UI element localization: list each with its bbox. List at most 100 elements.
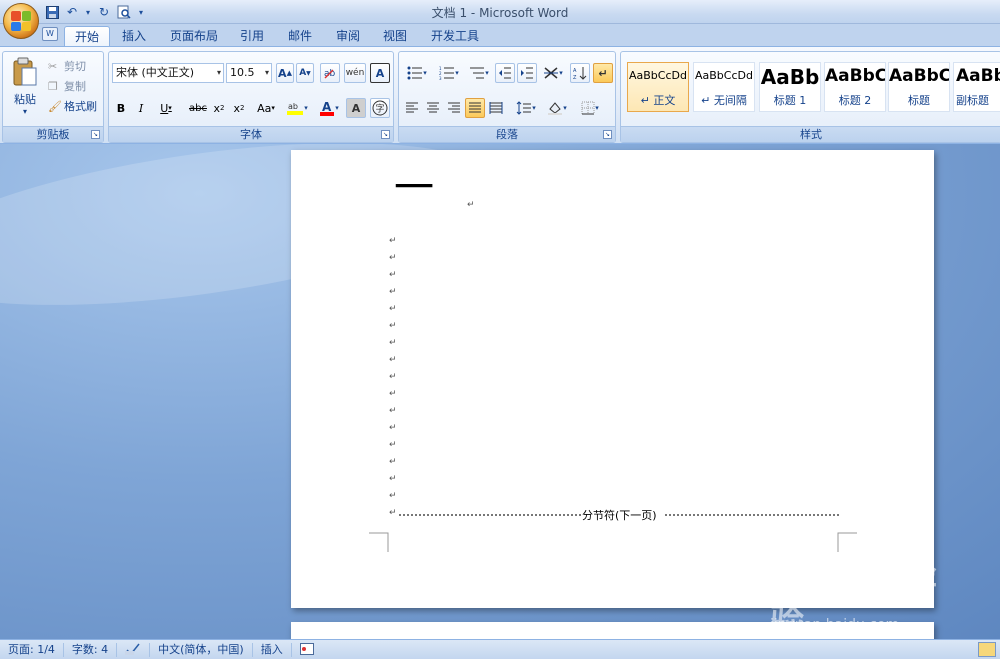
scissors-icon: ✂	[48, 59, 58, 73]
style-no-spacing[interactable]: AaBbCcDd ↵ 无间隔	[693, 62, 755, 112]
italic-icon[interactable]: I	[132, 98, 150, 118]
heading-text: 一	[394, 165, 434, 211]
decrease-indent-icon[interactable]	[495, 63, 515, 83]
style-normal[interactable]: AaBbCcDd ↵ 正文	[627, 62, 689, 112]
bullets-icon[interactable]: ▾	[402, 63, 432, 83]
baidu-watermark: Bai du 经验 jingyan.baidu.com	[770, 545, 960, 642]
subscript-icon[interactable]: x2	[210, 98, 228, 118]
style-subtitle-sample: AaBb	[956, 66, 1000, 86]
paragraph-mark: ↵	[389, 508, 397, 518]
superscript-icon[interactable]: x2	[230, 98, 248, 118]
chinese-layout-icon[interactable]: ▾	[539, 63, 567, 83]
style-no-spacing-sample: AaBbCcDd	[695, 69, 753, 82]
paragraph-mark: ↵	[389, 236, 397, 246]
style-heading-2[interactable]: AaBbC 标题 2	[824, 62, 886, 112]
window-title: 文档 1 - Microsoft Word	[431, 6, 569, 20]
tab-mailings[interactable]: 邮件	[278, 26, 322, 46]
multilevel-list-icon[interactable]: ▾	[466, 63, 492, 83]
clipboard-group-label: 剪贴板	[3, 126, 103, 142]
underline-icon[interactable]: U ▾	[153, 98, 179, 118]
align-center-icon[interactable]	[423, 98, 443, 118]
cut-button[interactable]: ✂ 剪切	[47, 56, 103, 76]
svg-text:A: A	[573, 68, 577, 74]
tab-review[interactable]: 审阅	[326, 26, 370, 46]
grow-font-icon[interactable]: A ▲	[276, 63, 294, 83]
style-heading-1[interactable]: AaBb 标题 1	[759, 62, 821, 112]
increase-indent-icon[interactable]	[517, 63, 537, 83]
tab-view[interactable]: 视图	[373, 26, 417, 46]
sort-icon[interactable]: AZ	[570, 63, 590, 83]
shading-icon[interactable]: ▾	[542, 98, 572, 118]
style-title[interactable]: AaBbC 标题	[888, 62, 950, 112]
macro-record-icon[interactable]	[292, 642, 322, 657]
change-case-button[interactable]: Aa ▾	[252, 98, 280, 118]
status-words[interactable]: 字数: 4	[64, 642, 118, 657]
proofing-icon[interactable]	[117, 642, 151, 657]
font-name-dropdown-icon: ▾	[216, 68, 221, 77]
document-page[interactable]: 一 ↵ ↵ ↵ ↵ ↵ ↵ ↵ ↵ ↵ ↵ ↵ ↵ ↵ ↵ ↵ ↵ ↵ ↵ 分节…	[291, 150, 934, 608]
paragraph-mark: ↵	[389, 338, 397, 348]
font-launcher-icon[interactable]: ↘	[381, 130, 390, 139]
office-button[interactable]	[3, 3, 39, 39]
style-normal-name: ↵ 正文	[640, 94, 676, 107]
status-language[interactable]: 中文(简体，中国)	[150, 642, 253, 657]
tab-developer[interactable]: 开发工具	[421, 26, 489, 46]
font-group-label: 字体	[109, 126, 393, 142]
font-name-value: 宋体 (中文正文)	[116, 66, 195, 79]
character-border-icon[interactable]: A	[370, 63, 390, 83]
tab-page-layout[interactable]: 页面布局	[160, 26, 228, 46]
borders-icon[interactable]: ▾	[575, 98, 605, 118]
shrink-font-icon[interactable]: A ▼	[296, 63, 314, 83]
align-left-icon[interactable]	[402, 98, 422, 118]
format-painter-button[interactable]: 🖌 格式刷	[47, 96, 105, 116]
svg-text:A: A	[322, 100, 332, 114]
status-page[interactable]: 页面: 1/4	[0, 642, 64, 657]
highlight-button[interactable]: ab ▾	[282, 98, 312, 118]
style-subtitle[interactable]: AaBb 副标题	[953, 62, 1000, 112]
paragraph-mark: ↵	[389, 270, 397, 280]
font-size-value: 10.5	[230, 66, 255, 79]
print-layout-view-icon[interactable]	[978, 642, 996, 657]
paragraph-mark: ↵	[389, 474, 397, 484]
line-spacing-icon[interactable]: ▾	[512, 98, 540, 118]
distributed-icon[interactable]	[486, 98, 506, 118]
bold-icon[interactable]: B	[112, 98, 130, 118]
section-break-label: 分节符(下一页)	[581, 507, 658, 523]
ribbon: 粘贴 ▾ ✂ 剪切 ❐ 复制 🖌 格式刷 剪贴板 ↘ 宋体 (中文正文) ▾ 1…	[0, 46, 1000, 144]
title-bar: ↶ ▾ ↻ ▾ 文档 1 - Microsoft Word	[0, 0, 1000, 24]
paste-button[interactable]: 粘贴 ▾	[7, 54, 43, 118]
status-mode[interactable]: 插入	[253, 642, 292, 657]
copy-button[interactable]: ❐ 复制	[47, 76, 103, 96]
paragraph-mark: ↵	[389, 355, 397, 365]
cut-label: 剪切	[64, 60, 86, 73]
style-title-name: 标题	[908, 94, 930, 107]
paragraph-mark: ↵	[389, 253, 397, 263]
format-painter-label: 格式刷	[64, 100, 97, 113]
phonetic-guide-icon[interactable]: wén	[344, 63, 366, 83]
margin-corner-left-icon	[369, 532, 389, 552]
align-right-icon[interactable]	[444, 98, 464, 118]
justify-icon[interactable]	[465, 98, 485, 118]
paste-label: 粘贴	[14, 92, 36, 106]
tab-references[interactable]: 引用	[230, 26, 274, 46]
numbering-icon[interactable]: 1 2 3 ▾	[434, 63, 464, 83]
font-name-combo[interactable]: 宋体 (中文正文) ▾	[112, 63, 224, 83]
font-size-combo[interactable]: 10.5 ▾	[226, 63, 272, 83]
font-color-button[interactable]: A ▾	[314, 98, 344, 118]
enclose-characters-icon[interactable]: 字	[370, 98, 390, 118]
section-break-line-left	[399, 514, 581, 516]
tab-home[interactable]: 开始	[64, 26, 111, 46]
change-case-label: Aa	[257, 101, 272, 115]
clipboard-launcher-icon[interactable]: ↘	[91, 130, 100, 139]
paragraph-launcher-icon[interactable]: ↘	[603, 130, 612, 139]
character-shading-icon[interactable]: A	[346, 98, 366, 118]
tab-insert[interactable]: 插入	[112, 26, 156, 46]
paragraph-mark: ↵	[389, 423, 397, 433]
copy-icon: ❐	[48, 79, 58, 93]
strikethrough-icon[interactable]: abc	[187, 98, 209, 118]
show-hide-marks-icon[interactable]: ↵	[593, 63, 613, 83]
document-icon[interactable]: W	[42, 27, 58, 41]
copy-label: 复制	[64, 80, 86, 93]
clear-format-icon[interactable]: ab	[320, 63, 340, 83]
font-group: 宋体 (中文正文) ▾ 10.5 ▾ A▲ A▼ ab wén A B I U …	[108, 51, 394, 143]
